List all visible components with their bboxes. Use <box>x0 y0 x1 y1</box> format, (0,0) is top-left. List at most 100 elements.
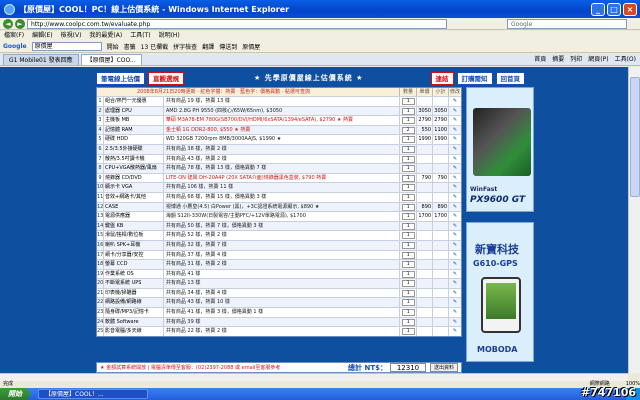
coolpc-button[interactable]: 原價屋 <box>242 42 260 51</box>
row-qty-select[interactable]: 1 <box>401 145 415 153</box>
page-menu[interactable]: 網頁(P) <box>588 55 608 65</box>
row-category[interactable]: 燒錄器 CD/DVD <box>102 173 163 183</box>
row-category[interactable]: 軟體 Software <box>103 317 163 327</box>
row-qty-select[interactable]: 1 <box>401 117 415 125</box>
send-to-button[interactable]: 傳送到 <box>219 42 237 51</box>
google-start-button[interactable]: 開始 <box>107 42 119 51</box>
tools-menu[interactable]: 工具(O) <box>615 55 636 65</box>
edit-icon[interactable]: ✎ <box>448 202 461 212</box>
google-search-input[interactable]: 原價屋 <box>31 42 102 51</box>
row-category[interactable]: 鍵盤 KB <box>103 221 163 231</box>
row-category[interactable]: 網路設備/網路線 <box>103 298 163 308</box>
row-item-select[interactable]: 共有商品 37 樣，熱賣 4 樣 <box>162 250 399 260</box>
row-item-select[interactable]: WD 320GB 7200rpm 8MB/3000AAJS, $1990 ★ <box>162 135 399 144</box>
row-qty-select[interactable]: 1 <box>401 261 415 269</box>
row-item-select[interactable]: 共有商品 43 樣，熱賣 10 樣 <box>162 298 399 308</box>
ad-gps[interactable]: 新寶科技 G610-GPS MOBODA <box>466 222 534 362</box>
edit-icon[interactable]: ✎ <box>448 116 461 125</box>
row-item-select[interactable]: 共有商品 34 樣，熱賣 4 樣 <box>162 288 399 298</box>
maximize-button[interactable]: □ <box>607 2 621 16</box>
display-select-button[interactable]: 直觀選規 <box>148 71 184 85</box>
menu-help[interactable]: 說明(H) <box>159 31 180 41</box>
row-category[interactable]: 記憶體 RAM <box>102 125 163 135</box>
row-item-select[interactable]: 共有商品 41 樣 <box>162 269 399 279</box>
row-item-select[interactable]: 金士頓 1G DDR2-800, $550 ★ 熱賣 <box>162 125 399 135</box>
row-item-select[interactable]: 共有商品 13 樣 <box>162 279 399 288</box>
row-category[interactable]: 作業系統 OS <box>103 269 163 279</box>
row-category[interactable]: 2.5/3.5外接硬碟 <box>102 144 163 154</box>
google-bookmarks-button[interactable]: 書籤 <box>124 42 136 51</box>
row-item-select[interactable]: 共有商品 19 樣，熱賣 13 樣 <box>162 97 399 106</box>
edit-icon[interactable]: ✎ <box>448 164 461 173</box>
row-qty-select[interactable]: 1 <box>401 174 415 182</box>
row-qty-select[interactable]: 1 <box>401 222 415 230</box>
tab-mobile01[interactable]: G1 Mobile01 發表回應 <box>3 54 79 65</box>
edit-icon[interactable]: ✎ <box>448 260 461 269</box>
row-qty-select[interactable]: 1 <box>401 270 415 278</box>
tab-coolpc[interactable]: 【原價屋】COO... <box>80 54 142 65</box>
search-input[interactable]: Google <box>507 18 627 29</box>
contact-button[interactable]: 連結 <box>430 71 454 85</box>
row-qty-select[interactable]: 1 <box>401 309 415 317</box>
forward-icon[interactable]: ► <box>15 18 25 29</box>
row-category[interactable]: 不斷電系統 UPS <box>103 279 163 288</box>
row-qty-select[interactable]: 1 <box>401 241 415 249</box>
edit-icon[interactable]: ✎ <box>448 183 461 192</box>
row-item-select[interactable]: 共有商品 68 樣，熱賣 15 樣，價格異動 3 樣 <box>162 192 399 202</box>
row-qty-select[interactable]: 1 <box>401 136 415 144</box>
send-button[interactable]: 送出資料 <box>429 363 458 372</box>
row-category[interactable]: CASE <box>103 202 163 212</box>
row-item-select[interactable]: 共有商品 43 樣，熱賣 2 樣 <box>162 154 399 164</box>
taskbar-ie-window[interactable]: 【原價屋】COOL！... <box>38 389 148 399</box>
minimize-button[interactable]: _ <box>591 2 605 16</box>
row-qty-select[interactable]: 1 <box>401 299 415 307</box>
edit-icon[interactable]: ✎ <box>448 269 461 279</box>
row-qty-select[interactable]: 1 <box>401 165 415 173</box>
edit-icon[interactable]: ✎ <box>448 154 461 164</box>
url-input[interactable]: http://www.coolpc.com.tw/evaluate.php <box>27 18 447 29</box>
ad-winfast[interactable]: WinFast PX9600 GT <box>466 87 534 212</box>
edit-icon[interactable]: ✎ <box>448 192 461 202</box>
edit-icon[interactable]: ✎ <box>448 317 461 327</box>
row-qty-select[interactable]: 1 <box>401 155 415 163</box>
row-category[interactable]: 滑鼠/搖桿/數位板 <box>103 231 163 240</box>
row-qty-select[interactable]: 1 <box>401 107 415 115</box>
notebook-assess-button[interactable]: 筆電線上估價 <box>96 71 145 85</box>
menu-edit[interactable]: 編輯(E) <box>32 31 52 41</box>
row-item-select[interactable]: LITE-ON 建興 DH-20A4P (20X SATA介面)燒錄器黑色盒裝,… <box>162 173 399 183</box>
row-item-select[interactable]: 共有商品 38 樣，熱賣 2 樣 <box>162 144 399 154</box>
edit-icon[interactable]: ✎ <box>448 106 461 116</box>
scroll-thumb[interactable] <box>630 77 640 197</box>
edit-icon[interactable]: ✎ <box>448 97 461 106</box>
edit-icon[interactable]: ✎ <box>448 298 461 308</box>
edit-icon[interactable]: ✎ <box>448 279 461 288</box>
row-item-select[interactable]: 視博通 小鷹皇(4.5) 白Power (黑)，+3C認證系統電源顯示, $89… <box>162 202 399 212</box>
row-item-select[interactable]: 共有商品 78 樣，熱賣 13 樣，價格異動 7 樣 <box>162 164 399 173</box>
row-category[interactable]: 網卡/分享器/安控 <box>103 250 163 260</box>
menu-view[interactable]: 檢視(V) <box>61 31 82 41</box>
row-category[interactable]: 電源供應器 <box>103 212 163 221</box>
row-category[interactable]: 處理器 CPU <box>102 106 163 116</box>
popup-blocked-button[interactable]: 13 已攔截 <box>141 42 169 51</box>
row-qty-select[interactable]: 1 <box>401 318 415 326</box>
horizontal-scrollbar[interactable] <box>0 373 628 381</box>
row-item-select[interactable]: 海韻 S12II-330W(日製電容/主動PFC/+12V單路電源), $170… <box>162 212 399 221</box>
row-qty-select[interactable]: 1 <box>401 289 415 297</box>
edit-icon[interactable]: ✎ <box>448 231 461 240</box>
edit-icon[interactable]: ✎ <box>448 308 461 317</box>
row-item-select[interactable]: 華碩 M3A78-EM 780G(SB700/DVI/HDMI/6xSATA/1… <box>162 116 399 125</box>
edit-icon[interactable]: ✎ <box>448 288 461 298</box>
row-item-select[interactable]: 共有商品 39 樣 <box>162 317 399 327</box>
row-category[interactable]: 螢幕 CCD <box>103 260 163 269</box>
edit-icon[interactable]: ✎ <box>448 250 461 260</box>
row-qty-select[interactable]: 1 <box>401 232 415 240</box>
row-category[interactable]: 隨身碟/MP3/記憶卡 <box>103 308 163 317</box>
menu-tools[interactable]: 工具(T) <box>130 31 150 41</box>
edit-icon[interactable]: ✎ <box>448 240 461 250</box>
row-qty-select[interactable]: 1 <box>401 251 415 259</box>
back-icon[interactable]: ◄ <box>3 18 13 29</box>
edit-icon[interactable]: ✎ <box>448 135 461 144</box>
row-qty-select[interactable]: 1 <box>401 184 415 192</box>
row-qty-select[interactable]: 1 <box>401 280 415 288</box>
row-qty-select[interactable]: 1 <box>401 193 415 201</box>
